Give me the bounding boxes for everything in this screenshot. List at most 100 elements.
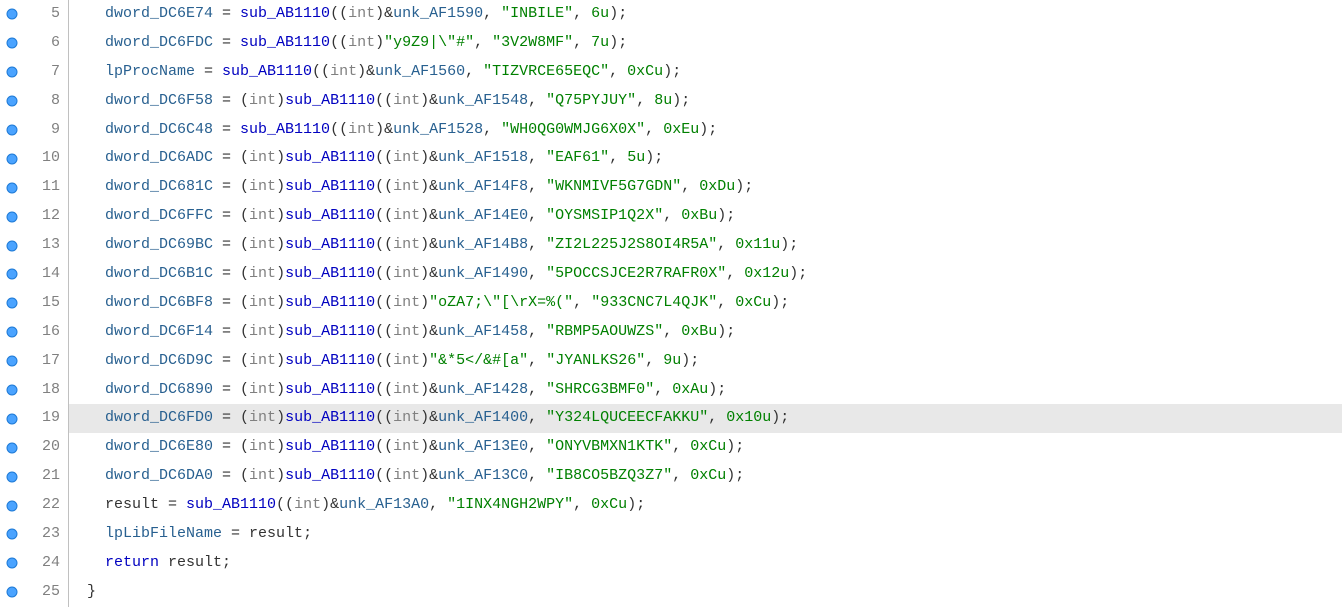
code-line[interactable]: 20 dword_DC6E80 = (int)sub_AB1110((int)&…	[0, 433, 1342, 462]
code-content[interactable]: }	[69, 578, 1342, 607]
breakpoint-icon[interactable]	[0, 240, 24, 252]
token-op: ,	[528, 352, 546, 369]
code-line[interactable]: 15 dword_DC6BF8 = (int)sub_AB1110((int)"…	[0, 289, 1342, 318]
breakpoint-icon[interactable]	[0, 355, 24, 367]
line-number[interactable]: 21	[24, 462, 69, 491]
line-number[interactable]: 18	[24, 376, 69, 405]
code-content[interactable]: dword_DC69BC = (int)sub_AB1110((int)&unk…	[69, 231, 1342, 260]
token-unk: unk_AF1428	[438, 381, 528, 398]
code-content[interactable]: dword_DC6E80 = (int)sub_AB1110((int)&unk…	[69, 433, 1342, 462]
line-number[interactable]: 23	[24, 520, 69, 549]
code-content[interactable]: lpProcName = sub_AB1110((int)&unk_AF1560…	[69, 58, 1342, 87]
code-line[interactable]: 25}	[0, 578, 1342, 607]
code-content[interactable]: dword_DC6D9C = (int)sub_AB1110((int)"&*5…	[69, 347, 1342, 376]
breakpoint-icon[interactable]	[0, 384, 24, 396]
code-line[interactable]: 13 dword_DC69BC = (int)sub_AB1110((int)&…	[0, 231, 1342, 260]
breakpoint-icon[interactable]	[0, 471, 24, 483]
token-cast: int	[393, 149, 420, 166]
line-number[interactable]: 22	[24, 491, 69, 520]
code-content[interactable]: dword_DC6C48 = sub_AB1110((int)&unk_AF15…	[69, 116, 1342, 145]
token-op	[159, 554, 168, 571]
code-content[interactable]: dword_DC6FFC = (int)sub_AB1110((int)&unk…	[69, 202, 1342, 231]
code-content[interactable]: dword_DC6FD0 = (int)sub_AB1110((int)&unk…	[69, 404, 1342, 433]
line-number[interactable]: 13	[24, 231, 69, 260]
code-content[interactable]: dword_DC6F58 = (int)sub_AB1110((int)&unk…	[69, 87, 1342, 116]
breakpoint-icon[interactable]	[0, 8, 24, 20]
code-line[interactable]: 19 dword_DC6FD0 = (int)sub_AB1110((int)&…	[0, 404, 1342, 433]
code-line[interactable]: 8 dword_DC6F58 = (int)sub_AB1110((int)&u…	[0, 87, 1342, 116]
line-number[interactable]: 8	[24, 87, 69, 116]
token-op: )	[276, 178, 285, 195]
token-op: )&	[375, 121, 393, 138]
code-line[interactable]: 5 dword_DC6E74 = sub_AB1110((int)&unk_AF…	[0, 0, 1342, 29]
line-number[interactable]: 11	[24, 173, 69, 202]
token-unk: unk_AF14B8	[438, 236, 528, 253]
breakpoint-icon[interactable]	[0, 442, 24, 454]
code-line[interactable]: 23 lpLibFileName = result;	[0, 520, 1342, 549]
code-content[interactable]: dword_DC6B1C = (int)sub_AB1110((int)&unk…	[69, 260, 1342, 289]
token-cast: int	[249, 92, 276, 109]
code-line[interactable]: 11 dword_DC681C = (int)sub_AB1110((int)&…	[0, 173, 1342, 202]
code-line[interactable]: 9 dword_DC6C48 = sub_AB1110((int)&unk_AF…	[0, 116, 1342, 145]
line-number[interactable]: 5	[24, 0, 69, 29]
breakpoint-icon[interactable]	[0, 182, 24, 194]
breakpoint-icon[interactable]	[0, 557, 24, 569]
line-number[interactable]: 25	[24, 578, 69, 607]
token-op: ,	[474, 34, 492, 51]
code-line[interactable]: 16 dword_DC6F14 = (int)sub_AB1110((int)&…	[0, 318, 1342, 347]
code-content[interactable]: dword_DC681C = (int)sub_AB1110((int)&unk…	[69, 173, 1342, 202]
code-line[interactable]: 7 lpProcName = sub_AB1110((int)&unk_AF15…	[0, 58, 1342, 87]
code-content[interactable]: dword_DC6DA0 = (int)sub_AB1110((int)&unk…	[69, 462, 1342, 491]
line-number[interactable]: 12	[24, 202, 69, 231]
code-line[interactable]: 6 dword_DC6FDC = sub_AB1110((int)"y9Z9|\…	[0, 29, 1342, 58]
breakpoint-icon[interactable]	[0, 124, 24, 136]
code-line[interactable]: 12 dword_DC6FFC = (int)sub_AB1110((int)&…	[0, 202, 1342, 231]
line-number[interactable]: 20	[24, 433, 69, 462]
code-line[interactable]: 24 return result;	[0, 549, 1342, 578]
line-number[interactable]: 19	[24, 404, 69, 433]
breakpoint-icon[interactable]	[0, 500, 24, 512]
code-content[interactable]: dword_DC6ADC = (int)sub_AB1110((int)&unk…	[69, 144, 1342, 173]
breakpoint-icon[interactable]	[0, 95, 24, 107]
code-content[interactable]: dword_DC6890 = (int)sub_AB1110((int)&unk…	[69, 376, 1342, 405]
code-line[interactable]: 21 dword_DC6DA0 = (int)sub_AB1110((int)&…	[0, 462, 1342, 491]
code-content[interactable]: return result;	[69, 549, 1342, 578]
code-line[interactable]: 17 dword_DC6D9C = (int)sub_AB1110((int)"…	[0, 347, 1342, 376]
breakpoint-icon[interactable]	[0, 413, 24, 425]
breakpoint-icon[interactable]	[0, 297, 24, 309]
code-line[interactable]: 22 result = sub_AB1110((int)&unk_AF13A0,…	[0, 491, 1342, 520]
code-content[interactable]: dword_DC6FDC = sub_AB1110((int)"y9Z9|\"#…	[69, 29, 1342, 58]
decompiler-view[interactable]: 5 dword_DC6E74 = sub_AB1110((int)&unk_AF…	[0, 0, 1342, 607]
code-content[interactable]: dword_DC6BF8 = (int)sub_AB1110((int)"oZA…	[69, 289, 1342, 318]
line-number[interactable]: 15	[24, 289, 69, 318]
token-indent	[87, 231, 105, 260]
breakpoint-icon[interactable]	[0, 211, 24, 223]
breakpoint-icon[interactable]	[0, 586, 24, 598]
token-op: = (	[213, 409, 249, 426]
breakpoint-icon[interactable]	[0, 66, 24, 78]
line-number[interactable]: 10	[24, 144, 69, 173]
token-op: );	[789, 265, 807, 282]
line-number[interactable]: 16	[24, 318, 69, 347]
code-line[interactable]: 18 dword_DC6890 = (int)sub_AB1110((int)&…	[0, 376, 1342, 405]
token-cast: int	[348, 121, 375, 138]
code-content[interactable]: dword_DC6F14 = (int)sub_AB1110((int)&unk…	[69, 318, 1342, 347]
line-number[interactable]: 9	[24, 116, 69, 145]
code-content[interactable]: dword_DC6E74 = sub_AB1110((int)&unk_AF15…	[69, 0, 1342, 29]
token-op: = (	[213, 149, 249, 166]
breakpoint-icon[interactable]	[0, 528, 24, 540]
breakpoint-icon[interactable]	[0, 37, 24, 49]
line-number[interactable]: 6	[24, 29, 69, 58]
breakpoint-icon[interactable]	[0, 153, 24, 165]
line-number[interactable]: 7	[24, 58, 69, 87]
line-number[interactable]: 24	[24, 549, 69, 578]
token-cast: int	[249, 207, 276, 224]
code-content[interactable]: result = sub_AB1110((int)&unk_AF13A0, "1…	[69, 491, 1342, 520]
line-number[interactable]: 17	[24, 347, 69, 376]
code-line[interactable]: 14 dword_DC6B1C = (int)sub_AB1110((int)&…	[0, 260, 1342, 289]
code-content[interactable]: lpLibFileName = result;	[69, 520, 1342, 549]
code-line[interactable]: 10 dword_DC6ADC = (int)sub_AB1110((int)&…	[0, 144, 1342, 173]
line-number[interactable]: 14	[24, 260, 69, 289]
breakpoint-icon[interactable]	[0, 268, 24, 280]
breakpoint-icon[interactable]	[0, 326, 24, 338]
